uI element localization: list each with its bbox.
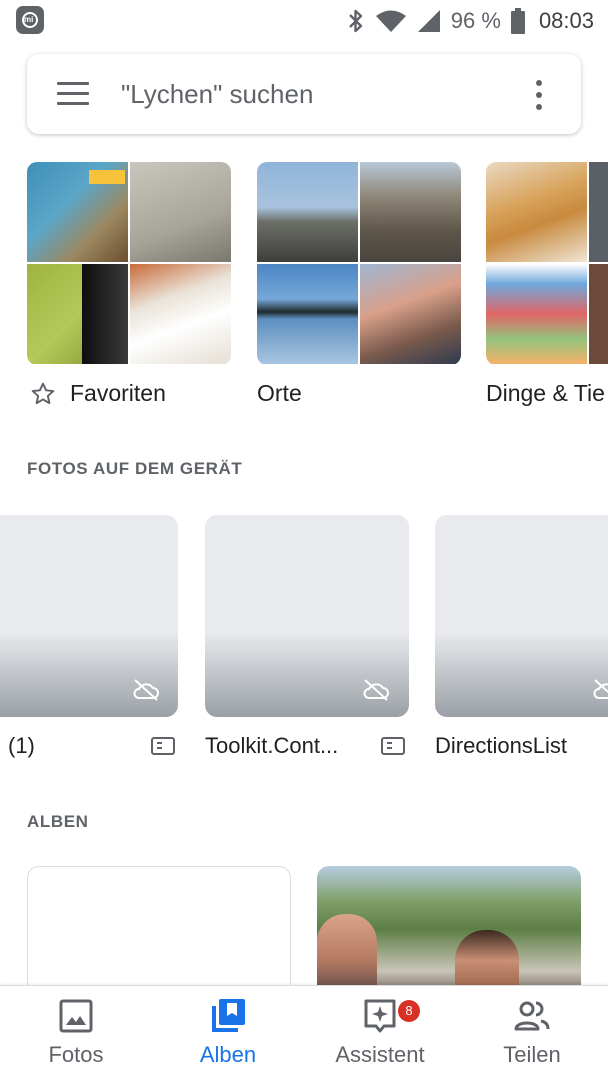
device-folder-label: DirectionsList — [435, 733, 568, 758]
more-vert-icon[interactable] — [527, 78, 551, 112]
battery-percent: 96 % — [450, 8, 501, 33]
collection-label: Orte — [257, 380, 302, 406]
status-icons: 96 % 08:03 — [347, 6, 594, 36]
section-title-albums: ALBEN — [27, 812, 89, 831]
photo-thumbnail — [257, 264, 358, 364]
bluetooth-icon — [348, 9, 362, 33]
photo-thumbnail — [27, 162, 128, 262]
photo-thumbnail — [360, 162, 461, 262]
nav-fotos[interactable]: Fotos — [0, 986, 152, 1080]
photo-thumbnail — [589, 264, 608, 364]
collection-label-favoriten: Favoriten — [30, 380, 166, 407]
photo-thumbnail — [257, 162, 358, 262]
photo-thumbnail — [130, 162, 231, 262]
collection-favoriten[interactable] — [27, 162, 231, 365]
wifi-icon — [375, 10, 406, 32]
device-folder[interactable] — [205, 515, 409, 717]
collection-orte[interactable] — [257, 162, 461, 365]
nav-label: Teilen — [503, 1042, 561, 1067]
photo-thumbnail — [27, 264, 128, 364]
nav-label: Fotos — [48, 1042, 104, 1067]
collection-label: Favoriten — [70, 380, 166, 406]
device-folder-label: (1) — [8, 733, 35, 758]
photo-thumbnail — [130, 264, 231, 364]
clock: 08:03 — [538, 8, 594, 33]
cloud-off-icon — [133, 679, 159, 701]
photo-icon — [59, 999, 93, 1033]
menu-icon[interactable] — [57, 80, 89, 108]
nav-label: Alben — [199, 1042, 257, 1067]
nav-alben[interactable]: Alben — [152, 986, 304, 1080]
collection-dinge-tiere[interactable] — [486, 162, 608, 365]
cloud-off-icon — [593, 679, 608, 699]
album-icon — [212, 999, 245, 1032]
collection-label: Dinge & Tie — [486, 380, 605, 406]
section-title-device: FOTOS AUF DEM GERÄT — [27, 459, 243, 478]
cell-signal-icon — [417, 10, 440, 32]
photo-thumbnail — [486, 162, 587, 262]
nav-teilen[interactable]: Teilen — [456, 986, 608, 1080]
nav-assistent[interactable]: 8 Assistent — [304, 986, 456, 1080]
photo-thumbnail — [486, 264, 587, 364]
status-bar: mi 96 % 08:03 — [0, 0, 608, 42]
notification-badge: 8 — [398, 1000, 420, 1022]
device-folder-label: Toolkit.Cont... — [205, 733, 339, 758]
device-folder[interactable] — [435, 515, 608, 717]
collection-label-orte: Orte — [257, 380, 302, 407]
search-bar — [27, 54, 581, 134]
photo-thumbnail — [589, 162, 608, 262]
folder-info-icon — [151, 737, 175, 755]
assistant-icon — [364, 999, 396, 1033]
cloud-off-icon — [363, 679, 389, 701]
search-input[interactable] — [121, 74, 501, 114]
star-outline-icon — [31, 382, 55, 404]
device-folder[interactable] — [0, 515, 178, 717]
bottom-navigation: Fotos Alben 8 Assistent Teilen — [0, 985, 608, 1080]
battery-icon — [510, 8, 525, 34]
people-icon — [514, 1001, 550, 1031]
nav-label: Assistent — [335, 1042, 425, 1067]
collection-label-dinge: Dinge & Tie — [486, 380, 605, 407]
photo-thumbnail — [360, 264, 461, 364]
mi-icon: mi — [16, 6, 44, 34]
folder-info-icon — [381, 737, 405, 755]
